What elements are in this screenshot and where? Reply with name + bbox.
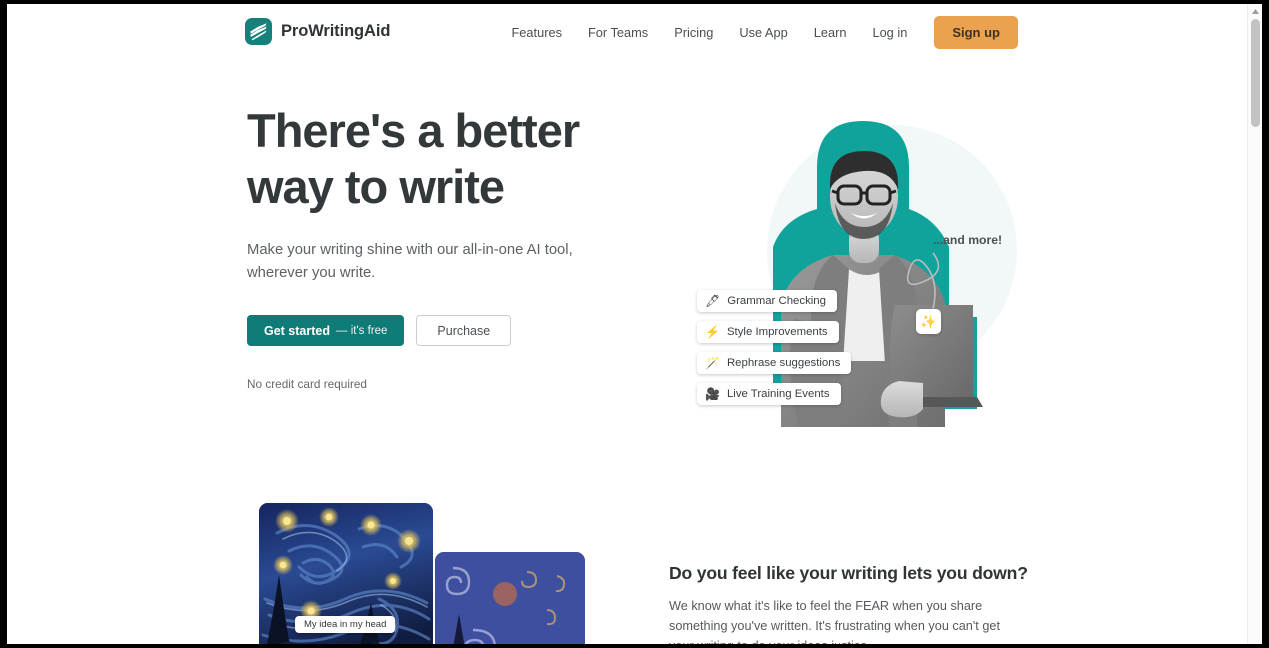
my-idea-label: My idea in my head xyxy=(295,616,396,633)
page-content: ProWritingAid Features For Teams Pricing… xyxy=(7,4,1255,644)
prowritingaid-logo-icon xyxy=(245,18,272,45)
purchase-button[interactable]: Purchase xyxy=(416,315,512,346)
nav-link-learn[interactable]: Learn xyxy=(801,19,860,46)
nav-link-use-app[interactable]: Use App xyxy=(726,19,800,46)
nav-link-for-teams[interactable]: For Teams xyxy=(575,19,661,46)
browser-window: ProWritingAid Features For Teams Pricing… xyxy=(0,0,1269,648)
hero-illustration: ...and more! ✨ 🖋 Grammar Checking ⚡ Styl… xyxy=(667,105,1047,435)
nav-link-features[interactable]: Features xyxy=(498,19,575,46)
lower-heading: Do you feel like your writing lets you d… xyxy=(669,563,1028,583)
hero-copy: There's a better way to write Make your … xyxy=(247,103,607,391)
feature-chip-label: Rephrase suggestions xyxy=(726,357,841,369)
no-credit-card-note: No credit card required xyxy=(247,377,367,391)
feature-chip-label: Style Improvements xyxy=(726,326,828,338)
brand-logo-link[interactable]: ProWritingAid xyxy=(245,18,390,45)
hero-headline: There's a better way to write xyxy=(247,104,580,213)
simplified-painting-card xyxy=(435,552,585,644)
scrollbar-thumb[interactable] xyxy=(1251,19,1260,127)
and-more-label: ...and more! xyxy=(933,233,1003,247)
lightning-bolt-icon: ⚡ xyxy=(705,325,720,339)
lower-copy: Do you feel like your writing lets you d… xyxy=(669,563,1028,644)
feature-chip-style-improvements: ⚡ Style Improvements xyxy=(697,321,839,343)
movie-camera-icon: 🎥 xyxy=(705,387,720,401)
vertical-scrollbar[interactable] xyxy=(1247,4,1262,644)
nav-link-log-in[interactable]: Log in xyxy=(859,19,920,46)
feature-chip-grammar-checking: 🖋 Grammar Checking xyxy=(697,290,837,312)
sparkle-icon: ✨ xyxy=(916,309,941,334)
get-started-suffix: — it's free xyxy=(336,324,388,337)
lower-paragraph: We know what it's like to feel the FEAR … xyxy=(669,599,1000,644)
feature-chip-label: Live Training Events xyxy=(726,388,830,400)
site-header: ProWritingAid Features For Teams Pricing… xyxy=(7,4,1255,60)
chevron-up-icon[interactable] xyxy=(1248,4,1262,18)
feature-chip-rephrase-suggestions: 🪄 Rephrase suggestions xyxy=(697,352,852,374)
magic-wand-icon: 🪄 xyxy=(705,356,720,370)
hero-section: There's a better way to write Make your … xyxy=(7,60,1255,460)
starry-night-comparison-illustration: My idea in my head xyxy=(247,500,597,644)
hero-cta-group: Get started — it's free Purchase xyxy=(247,315,607,346)
hero-subheadline: Make your writing shine with our all-in-… xyxy=(247,242,573,281)
sign-up-button[interactable]: Sign up xyxy=(934,15,1018,49)
writing-lets-you-down-section: My idea in my head Do you feel like your… xyxy=(7,460,1255,644)
sparkle-glyph: ✨ xyxy=(920,313,937,329)
get-started-button[interactable]: Get started — it's free xyxy=(247,315,405,346)
page-viewport: ProWritingAid Features For Teams Pricing… xyxy=(7,4,1262,644)
feature-chip-live-training-events: 🎥 Live Training Events xyxy=(697,383,841,405)
feather-pen-icon: 🖋 xyxy=(705,294,721,308)
get-started-label: Get started xyxy=(264,323,330,338)
brand-name: ProWritingAid xyxy=(281,22,391,40)
nav-link-pricing[interactable]: Pricing xyxy=(661,19,726,46)
main-navigation: Features For Teams Pricing Use App Learn… xyxy=(498,4,1018,60)
feature-chip-label: Grammar Checking xyxy=(727,295,826,307)
